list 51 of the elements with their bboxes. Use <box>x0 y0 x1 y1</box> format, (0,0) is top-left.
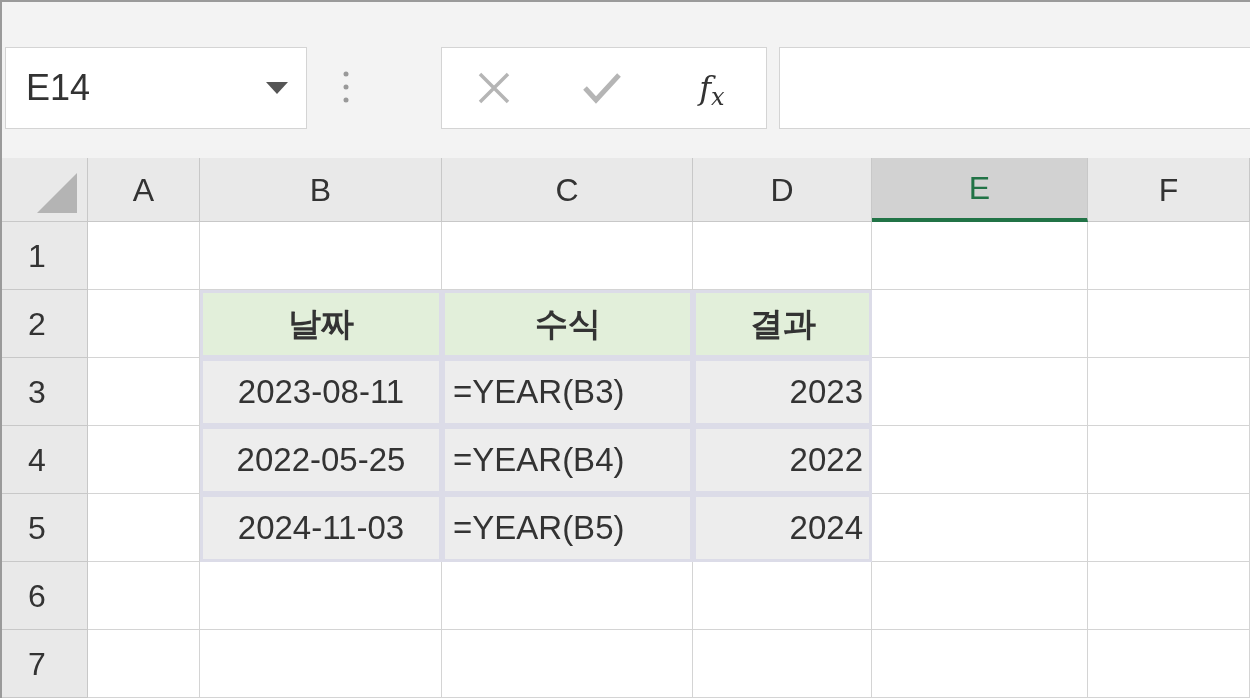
table-cell: 2023 <box>693 358 872 426</box>
empty-cell[interactable] <box>872 630 1088 698</box>
table-cell: 2024-11-03 <box>200 494 442 562</box>
cell-reference: E14 <box>26 66 91 110</box>
check-icon[interactable] <box>582 72 623 104</box>
empty-cell[interactable] <box>1088 426 1250 494</box>
header-cell: 날짜 <box>200 290 442 358</box>
column-header[interactable]: F <box>1088 158 1250 222</box>
empty-cell[interactable] <box>1088 222 1250 290</box>
table-cell: 2022-05-25 <box>200 426 442 494</box>
empty-cell[interactable] <box>693 562 872 630</box>
column-header[interactable]: E <box>872 158 1088 222</box>
empty-cell[interactable] <box>1088 290 1250 358</box>
row-header[interactable]: 7 <box>2 630 88 698</box>
empty-cell[interactable] <box>872 222 1088 290</box>
name-box[interactable]: E14 <box>5 47 307 129</box>
row-header[interactable]: 2 <box>2 290 88 358</box>
empty-cell[interactable] <box>200 630 442 698</box>
header-cell: 결과 <box>693 290 872 358</box>
empty-cell[interactable] <box>442 630 693 698</box>
empty-cell[interactable] <box>1088 630 1250 698</box>
more-icon[interactable] <box>343 71 349 103</box>
table-cell: =YEAR(B4) <box>442 426 693 494</box>
column-header[interactable]: A <box>88 158 200 222</box>
table-cell: 2022 <box>693 426 872 494</box>
insert-function-button[interactable]: f$_{x}$ <box>693 64 731 112</box>
empty-cell[interactable] <box>200 562 442 630</box>
dropdown-icon[interactable] <box>266 82 288 94</box>
column-header[interactable]: B <box>200 158 442 222</box>
table-cell: =YEAR(B5) <box>442 494 693 562</box>
select-all-corner[interactable] <box>2 158 88 222</box>
row-header[interactable]: 1 <box>2 222 88 290</box>
row-header[interactable]: 5 <box>2 494 88 562</box>
close-icon[interactable] <box>477 71 512 105</box>
header-cell: 수식 <box>442 290 693 358</box>
table-cell: =YEAR(B3) <box>442 358 693 426</box>
triangle-icon <box>37 173 77 213</box>
empty-cell[interactable] <box>1088 358 1250 426</box>
column-header[interactable]: D <box>693 158 872 222</box>
column-header[interactable]: C <box>442 158 693 222</box>
empty-cell[interactable] <box>1088 562 1250 630</box>
row-header[interactable]: 6 <box>2 562 88 630</box>
empty-cell[interactable] <box>442 562 693 630</box>
empty-cell[interactable] <box>872 562 1088 630</box>
empty-cell[interactable] <box>1088 494 1250 562</box>
table-cell: 2024 <box>693 494 872 562</box>
row-header[interactable]: 3 <box>2 358 88 426</box>
empty-cell[interactable] <box>693 630 872 698</box>
formula-input-field[interactable] <box>779 47 1250 129</box>
table-cell: 2023-08-11 <box>200 358 442 426</box>
row-header[interactable]: 4 <box>2 426 88 494</box>
